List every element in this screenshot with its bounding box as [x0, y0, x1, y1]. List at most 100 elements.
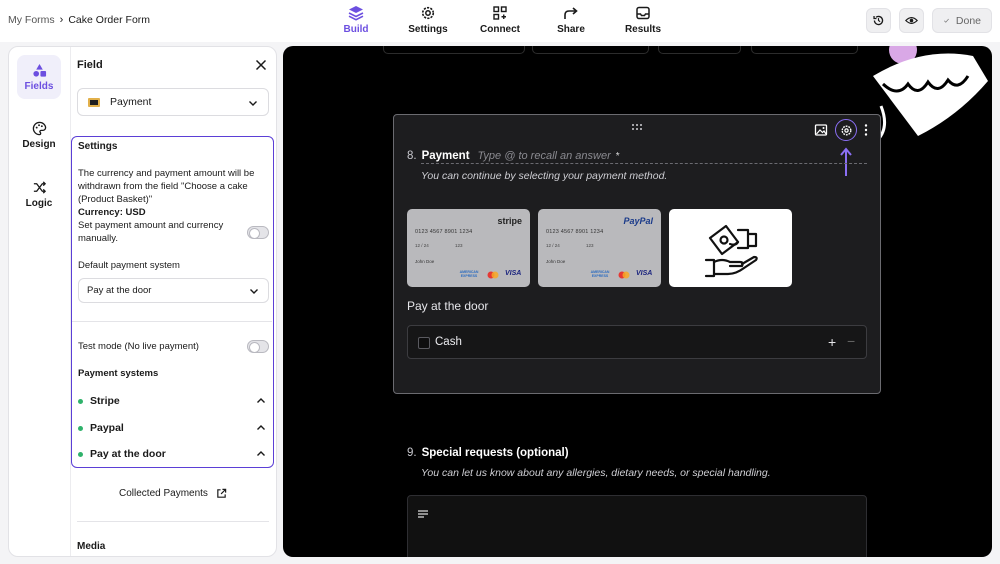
- tab-connect-label: Connect: [480, 24, 520, 35]
- card-expiry: 12 / 24: [415, 243, 429, 248]
- payment-question-card[interactable]: 8. Payment Type @ to recall an answer * …: [393, 114, 881, 394]
- connect-icon: [493, 6, 507, 20]
- check-icon: [944, 18, 949, 23]
- layers-icon: [348, 6, 364, 21]
- title-underline: [421, 163, 867, 164]
- tab-share[interactable]: Share: [541, 5, 601, 35]
- tab-settings[interactable]: Settings: [398, 5, 458, 35]
- previous-field-stub: [383, 46, 525, 54]
- manual-amount-toggle[interactable]: [247, 226, 269, 239]
- question-title[interactable]: Special requests (optional): [422, 447, 569, 459]
- payment-method-stripe[interactable]: stripe 0123 4567 8901 1234 12 / 24 123 J…: [407, 209, 530, 287]
- question-description[interactable]: You can continue by selecting your payme…: [421, 170, 667, 182]
- recall-placeholder[interactable]: Type @ to recall an answer: [478, 150, 611, 162]
- card-expiry: 12 / 24: [546, 243, 560, 248]
- tab-build[interactable]: Build: [326, 5, 386, 35]
- question-number: 8.: [407, 150, 417, 162]
- default-system-select[interactable]: Pay at the door: [78, 278, 269, 303]
- tab-settings-label: Settings: [408, 24, 448, 35]
- history-icon: [873, 15, 884, 26]
- image-icon[interactable]: [814, 123, 828, 137]
- special-requests-textarea[interactable]: [407, 495, 867, 557]
- stripe-logo: stripe: [497, 216, 522, 226]
- card-cvc: 123: [586, 243, 594, 248]
- payment-method-pay-at-door[interactable]: [669, 209, 792, 287]
- external-link-icon: [217, 488, 227, 498]
- cake-decoration: [867, 46, 988, 152]
- preview-button[interactable]: [899, 8, 924, 33]
- payment-system-paypal[interactable]: Paypal: [78, 421, 268, 435]
- payment-icon: [88, 97, 100, 107]
- paypal-logo: PayPal: [623, 216, 653, 226]
- manual-amount-label: Set payment amount and currency manually…: [78, 220, 224, 244]
- amex-logo: AMERICAN EXPRESS: [459, 270, 479, 278]
- breadcrumb: My Forms › Cake Order Form: [8, 14, 150, 26]
- question-title-row: 8. Payment Type @ to recall an answer *: [407, 150, 620, 162]
- currency-description: The currency and payment amount will be …: [78, 167, 268, 245]
- tab-results-label: Results: [624, 24, 662, 35]
- rail-item-design[interactable]: Design: [17, 113, 61, 157]
- question-9-description[interactable]: You can let us know about any allergies,…: [421, 467, 771, 479]
- tab-results[interactable]: Results: [613, 5, 673, 35]
- status-dot: [78, 425, 83, 431]
- history-button[interactable]: [866, 8, 891, 33]
- drag-handle-icon[interactable]: [631, 123, 643, 131]
- currency-value: Currency: USD: [78, 207, 146, 218]
- chevron-up-icon: [257, 425, 265, 430]
- arrow-up-icon: [840, 147, 852, 176]
- payment-system-stripe[interactable]: Stripe: [78, 394, 268, 408]
- shapes-icon: [32, 63, 46, 77]
- rail-item-logic[interactable]: Logic: [17, 172, 61, 216]
- collected-payments-link[interactable]: Collected Payments: [119, 488, 227, 499]
- previous-field-stub: [532, 46, 649, 54]
- mastercard-logo: [618, 271, 630, 279]
- default-system-label: Default payment system: [78, 260, 180, 271]
- card-holder: John Doe: [415, 259, 435, 264]
- payment-settings-section: Settings The currency and payment amount…: [71, 136, 274, 468]
- field-type-select[interactable]: Payment: [77, 88, 269, 116]
- remove-option-button[interactable]: −: [847, 333, 855, 349]
- tab-connect[interactable]: Connect: [470, 5, 530, 35]
- card-cvc: 123: [455, 243, 463, 248]
- question-title[interactable]: Payment: [422, 150, 470, 162]
- mastercard-logo: [487, 271, 499, 279]
- left-panel: Fields Design Logic Field Payment Settin…: [8, 46, 277, 557]
- add-option-button[interactable]: +: [828, 334, 836, 350]
- field-type-value: Payment: [110, 96, 152, 108]
- option-cash[interactable]: Cash + −: [407, 325, 867, 359]
- option-checkbox[interactable]: [418, 337, 430, 349]
- status-dot: [78, 451, 83, 457]
- visa-logo: VISA: [505, 270, 522, 277]
- inbox-icon: [636, 6, 650, 20]
- gear-icon: [421, 6, 435, 20]
- card-number: 0123 4567 8901 1234: [415, 229, 473, 235]
- more-vertical-icon[interactable]: [864, 123, 868, 137]
- chevron-down-icon: [249, 101, 257, 106]
- divider: [77, 521, 269, 522]
- test-mode-toggle[interactable]: [247, 340, 269, 353]
- done-label: Done: [955, 14, 981, 27]
- share-icon: [564, 7, 578, 19]
- sidebar-rail: Fields Design Logic: [9, 47, 71, 556]
- breadcrumb-my-forms[interactable]: My Forms: [8, 14, 55, 26]
- field-settings-button[interactable]: [835, 119, 857, 141]
- done-button[interactable]: Done: [932, 8, 992, 33]
- selected-method-title: Pay at the door: [407, 299, 489, 313]
- form-canvas: 8. Payment Type @ to recall an answer * …: [283, 46, 992, 557]
- cash-hand-icon: [704, 224, 758, 278]
- settings-title: Settings: [78, 141, 118, 152]
- eye-icon: [905, 17, 918, 24]
- text-lines-icon: [418, 510, 428, 518]
- payment-system-pay-at-door[interactable]: Pay at the door: [78, 447, 268, 461]
- close-icon[interactable]: [255, 59, 267, 71]
- media-section-title: Media: [77, 541, 106, 552]
- required-mark: *: [615, 151, 620, 162]
- rail-item-fields[interactable]: Fields: [17, 55, 61, 99]
- payment-method-paypal[interactable]: PayPal 0123 4567 8901 1234 12 / 24 123 J…: [538, 209, 661, 287]
- chevron-down-icon: [250, 289, 258, 294]
- previous-field-stub: [751, 46, 858, 54]
- palette-icon: [32, 121, 46, 135]
- option-label[interactable]: Cash: [435, 336, 462, 348]
- divider: [72, 321, 272, 322]
- payment-system-name: Paypal: [90, 422, 124, 434]
